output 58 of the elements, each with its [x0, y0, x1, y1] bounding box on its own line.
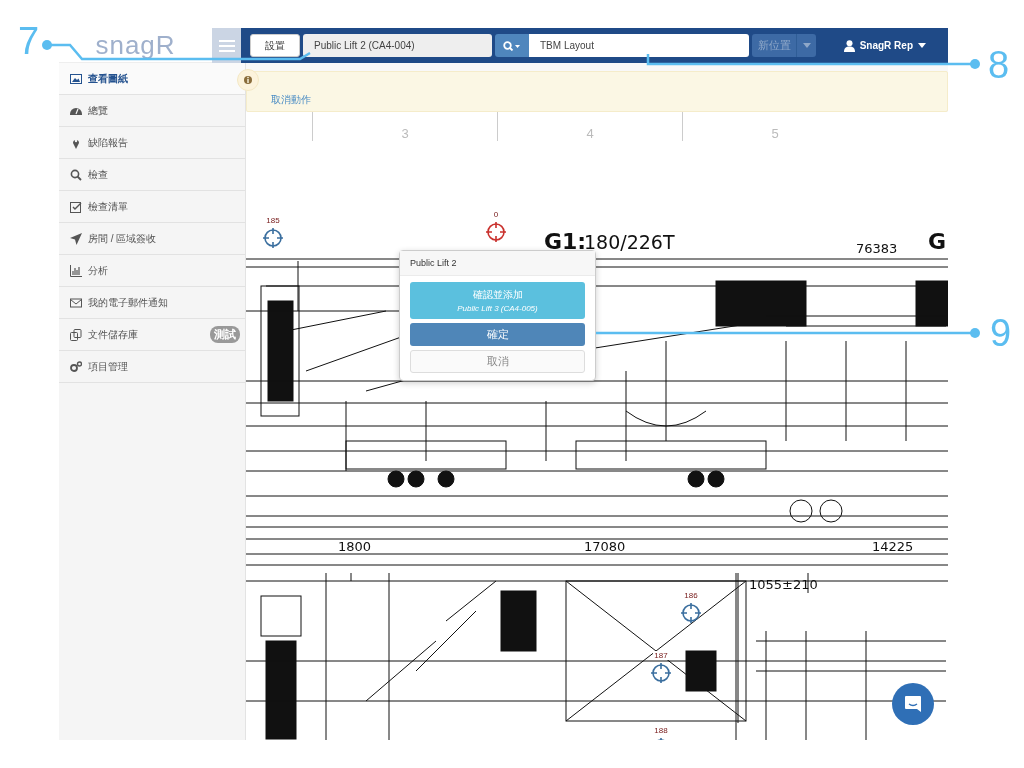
marker-label: 186 — [683, 591, 699, 600]
drawing-label: 1800 — [338, 539, 372, 554]
marker-label: 0 — [492, 210, 500, 219]
drawing-label: 180/226T — [584, 231, 675, 253]
chat-button[interactable] — [892, 683, 934, 725]
callout-number: 7 — [18, 22, 40, 60]
image-icon — [70, 72, 82, 85]
callout-number: 8 — [988, 46, 1010, 84]
caret-icon — [918, 43, 926, 48]
search-button[interactable] — [495, 34, 529, 57]
ruler-label: 4 — [586, 126, 594, 141]
location-field[interactable]: Public Lift 2 (CA4-004) — [303, 34, 492, 57]
sidebar-item[interactable]: 文件儲存庫 測試 — [59, 319, 245, 351]
mail-icon — [70, 296, 82, 309]
drawing-label: 14225 — [872, 539, 914, 554]
checklist-icon — [70, 200, 82, 213]
arrow-icon — [70, 232, 82, 245]
cancel-action-link[interactable]: 取消動作 — [271, 94, 311, 105]
sidebar-item[interactable]: 我的電子郵件通知 — [59, 287, 245, 319]
target-marker-icon[interactable] — [650, 662, 672, 684]
user-icon — [843, 39, 855, 52]
drawing-label: 17080 — [584, 539, 626, 554]
set-button[interactable]: 設置 — [250, 34, 300, 57]
chat-icon — [903, 694, 923, 714]
marker-label: 188 — [653, 726, 669, 735]
sidebar-item[interactable]: 查看圖紙 — [59, 63, 245, 95]
target-marker-icon[interactable] — [680, 602, 702, 624]
sidebar-item[interactable]: 項目管理 — [59, 351, 245, 383]
docs-icon — [70, 328, 82, 341]
drawing-label: 1055±210 — [749, 577, 818, 592]
user-menu[interactable]: SnagR Rep — [837, 38, 932, 53]
target-marker-icon[interactable] — [262, 227, 284, 249]
marker-label: 187 — [653, 651, 669, 660]
test-badge: 測試 — [210, 326, 240, 343]
sidebar-item[interactable]: 總覽 — [59, 95, 245, 127]
callout-number: 9 — [990, 314, 1012, 352]
sidebar-item[interactable]: 缺陷報告 — [59, 127, 245, 159]
cogs-icon — [70, 360, 82, 373]
sidebar-item[interactable]: 檢查清單 — [59, 191, 245, 223]
menu-icon — [218, 39, 235, 52]
popup-title: Public Lift 2 — [400, 251, 595, 276]
ruler-label: 3 — [401, 126, 409, 141]
caret-icon — [802, 43, 811, 48]
target-marker-icon[interactable] — [485, 221, 507, 243]
cancel-button[interactable]: 取消 — [410, 350, 585, 373]
drawing-label: 76383 — [856, 241, 898, 256]
drawing-label: G1: — [544, 229, 587, 254]
drawing-label: G — [928, 229, 947, 254]
marker-label: 185 — [265, 216, 281, 225]
confirm-button[interactable]: 確定 — [410, 323, 585, 346]
sidebar-item[interactable]: 檢查 — [59, 159, 245, 191]
sidebar-item[interactable]: 分析 — [59, 255, 245, 287]
search-icon — [70, 168, 82, 181]
search-input[interactable]: TBM Layout — [529, 34, 749, 57]
sidebar-item[interactable]: 房間 / 區域簽收 — [59, 223, 245, 255]
chart-icon — [70, 264, 82, 277]
ruler-label: 5 — [771, 126, 779, 141]
search-icon — [503, 40, 521, 51]
